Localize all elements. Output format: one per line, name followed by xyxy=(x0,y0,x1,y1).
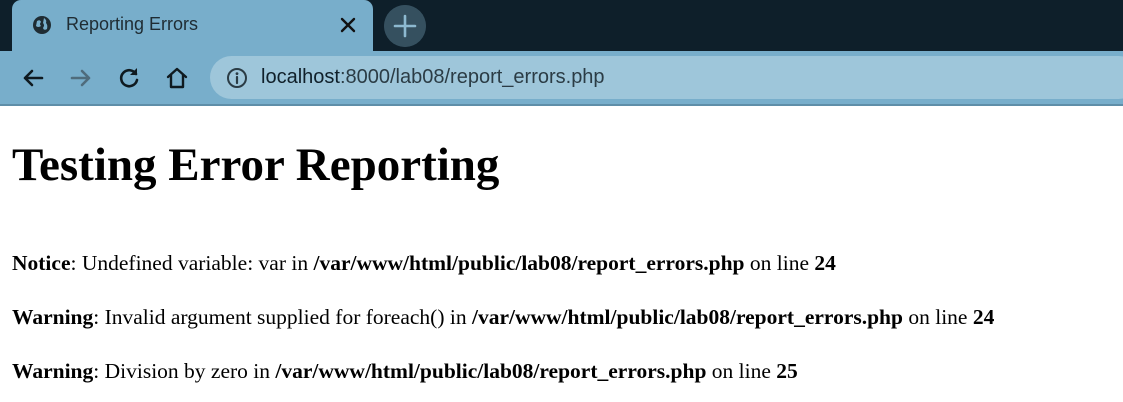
error-text: : Undefined variable: var in xyxy=(70,251,314,275)
error-on-line: on line xyxy=(902,305,973,329)
error-level: Warning xyxy=(12,305,94,329)
error-level: Warning xyxy=(12,359,94,383)
tab-strip: Reporting Errors xyxy=(0,0,1123,51)
error-message: Warning: Division by zero in /var/www/ht… xyxy=(12,359,798,384)
url-path: :8000/lab08/report_errors.php xyxy=(339,66,605,88)
error-line-number: 25 xyxy=(776,359,798,383)
error-line-number: 24 xyxy=(814,251,836,275)
address-bar[interactable]: localhost:8000/lab08/report_errors.php xyxy=(210,56,1123,99)
new-tab-button[interactable] xyxy=(384,5,426,47)
url-host: localhost xyxy=(261,66,340,88)
error-file: /var/www/html/public/lab08/report_errors… xyxy=(275,359,707,383)
close-icon[interactable] xyxy=(337,14,359,36)
home-button[interactable] xyxy=(164,65,190,91)
error-line-number: 24 xyxy=(972,305,995,329)
error-on-line: on line xyxy=(706,359,777,383)
page-heading: Testing Error Reporting xyxy=(12,139,500,191)
error-on-line: on line xyxy=(744,251,815,275)
error-file: /var/www/html/public/lab08/report_errors… xyxy=(471,305,903,329)
url-text[interactable]: localhost:8000/lab08/report_errors.php xyxy=(261,66,605,89)
tab-title: Reporting Errors xyxy=(66,14,199,34)
error-file: /var/www/html/public/lab08/report_errors… xyxy=(313,251,745,275)
globe-icon xyxy=(33,16,51,34)
info-icon[interactable] xyxy=(226,67,248,89)
browser-tab[interactable]: Reporting Errors xyxy=(12,0,373,51)
back-button[interactable] xyxy=(20,65,46,91)
error-level: Notice xyxy=(12,251,71,275)
error-text: : Invalid argument supplied for foreach(… xyxy=(93,305,472,329)
reload-button[interactable] xyxy=(116,65,142,91)
error-message: Warning: Invalid argument supplied for f… xyxy=(12,305,994,330)
browser-toolbar: localhost:8000/lab08/report_errors.php xyxy=(0,51,1123,106)
error-message: Notice: Undefined variable: var in /var/… xyxy=(12,251,836,276)
forward-button[interactable] xyxy=(68,65,94,91)
error-text: : Division by zero in xyxy=(93,359,276,383)
